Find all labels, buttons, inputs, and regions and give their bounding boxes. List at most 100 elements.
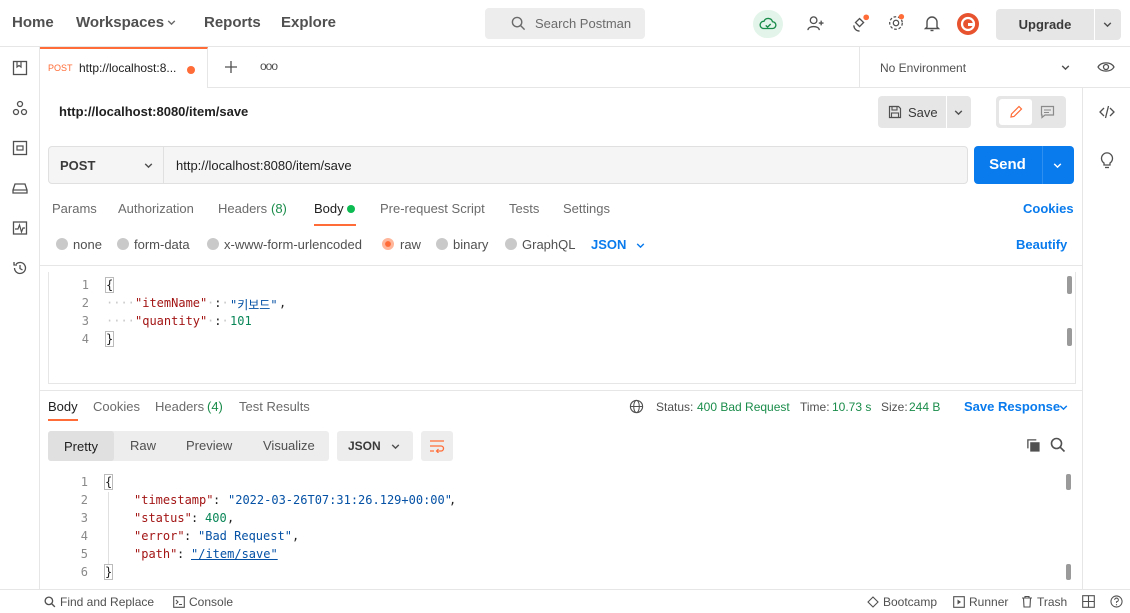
- indent-guide: [108, 492, 109, 564]
- radio-form-data[interactable]: [117, 238, 129, 250]
- code-value: "2022-03-26T07:31:26.129+00:00": [228, 493, 452, 507]
- bell-icon[interactable]: [923, 14, 941, 32]
- upgrade-button[interactable]: Upgrade: [996, 9, 1121, 40]
- tab-request[interactable]: POST http://localhost:8...: [40, 47, 208, 88]
- chevron-down-icon[interactable]: [635, 240, 646, 251]
- satellite-icon[interactable]: [851, 14, 870, 33]
- code-brace: }: [104, 331, 115, 347]
- chevron-down-icon[interactable]: [953, 107, 964, 118]
- edit-button[interactable]: [999, 99, 1032, 125]
- two-pane-icon[interactable]: [1082, 595, 1095, 608]
- chevron-down-icon[interactable]: [1058, 402, 1069, 413]
- lightbulb-icon[interactable]: [1099, 151, 1115, 169]
- chevron-down-icon[interactable]: [1102, 19, 1113, 30]
- radio-raw[interactable]: [382, 238, 394, 250]
- url-bar: POST http://localhost:8080/item/save: [48, 146, 968, 184]
- scrollbar-thumb[interactable]: [1066, 474, 1071, 490]
- cloud-sync-icon[interactable]: [753, 10, 783, 38]
- body-format-select[interactable]: JSON: [591, 237, 626, 252]
- response-format-select[interactable]: JSON: [337, 431, 413, 461]
- response-tab-tests[interactable]: Test Results: [239, 399, 310, 414]
- globe-icon[interactable]: [629, 399, 644, 414]
- nav-explore[interactable]: Explore: [281, 14, 336, 31]
- code-colon: ·:·: [207, 314, 229, 328]
- console-icon: [173, 596, 185, 608]
- bootcamp-button[interactable]: Bootcamp: [883, 595, 937, 609]
- unsaved-dot-icon[interactable]: [187, 66, 195, 74]
- tab-headers[interactable]: Headers: [218, 201, 267, 216]
- url-input[interactable]: http://localhost:8080/item/save: [176, 158, 352, 173]
- scrollbar-thumb[interactable]: [1066, 564, 1071, 580]
- tab-params[interactable]: Params: [52, 201, 97, 216]
- beautify-link[interactable]: Beautify: [1016, 237, 1067, 252]
- send-button[interactable]: Send: [974, 146, 1074, 184]
- code-icon[interactable]: [1099, 105, 1115, 119]
- size-value[interactable]: 244 B: [909, 400, 940, 414]
- collections-icon[interactable]: [12, 60, 28, 76]
- search-input[interactable]: Search Postman: [485, 8, 645, 39]
- status-value[interactable]: 400 Bad Request: [697, 400, 790, 414]
- runner-button[interactable]: Runner: [969, 595, 1008, 609]
- cookies-link[interactable]: Cookies: [1023, 201, 1074, 216]
- top-bar: Home Workspaces Reports Explore Search P…: [0, 0, 1130, 47]
- response-tab-headers[interactable]: Headers: [155, 399, 204, 414]
- save-response-button[interactable]: Save Response: [964, 399, 1060, 414]
- request-name[interactable]: http://localhost:8080/item/save: [59, 104, 248, 119]
- gear-icon[interactable]: [887, 14, 905, 32]
- tab-body[interactable]: Body: [314, 201, 344, 216]
- console-button[interactable]: Console: [189, 595, 233, 609]
- comment-icon[interactable]: [1040, 105, 1055, 119]
- time-value[interactable]: 10.73 s: [832, 400, 871, 414]
- nav-reports[interactable]: Reports: [204, 14, 261, 31]
- tab-authorization[interactable]: Authorization: [118, 201, 194, 216]
- response-tab-cookies[interactable]: Cookies: [93, 399, 140, 414]
- indent-dots: ····: [106, 314, 135, 328]
- trash-button[interactable]: Trash: [1037, 595, 1067, 609]
- tab-tests[interactable]: Tests: [509, 201, 539, 216]
- code-value-link[interactable]: "/item/save": [191, 547, 278, 561]
- search-icon[interactable]: [1050, 437, 1066, 453]
- history-icon[interactable]: [12, 260, 28, 276]
- radio-binary[interactable]: [436, 238, 448, 250]
- nav-workspaces[interactable]: Workspaces: [76, 14, 164, 31]
- plus-icon[interactable]: [224, 60, 238, 74]
- code-colon: :: [184, 529, 199, 543]
- view-pretty-button[interactable]: Pretty: [48, 431, 114, 461]
- environments-icon[interactable]: [12, 140, 28, 156]
- view-preview-button[interactable]: Preview: [186, 438, 232, 453]
- monitors-icon[interactable]: [12, 220, 28, 236]
- radio-urlencoded[interactable]: [207, 238, 219, 250]
- radio-none[interactable]: [56, 238, 68, 250]
- response-tab-body[interactable]: Body: [48, 399, 78, 414]
- apis-icon[interactable]: [12, 100, 28, 116]
- invite-user-icon[interactable]: [807, 15, 824, 32]
- nav-home[interactable]: Home: [12, 14, 54, 31]
- wrap-lines-button[interactable]: [421, 431, 453, 461]
- scrollbar-thumb[interactable]: [1067, 328, 1072, 346]
- view-raw-button[interactable]: Raw: [130, 438, 156, 453]
- divider: [946, 96, 947, 128]
- avatar[interactable]: [956, 12, 980, 36]
- tab-prerequest[interactable]: Pre-request Script: [380, 201, 485, 216]
- copy-icon[interactable]: [1026, 438, 1041, 453]
- label-none: none: [73, 237, 102, 252]
- scrollbar-thumb[interactable]: [1067, 276, 1072, 294]
- chevron-down-icon[interactable]: [166, 17, 177, 28]
- save-button[interactable]: Save: [878, 96, 971, 128]
- more-tabs-icon[interactable]: ooo: [260, 59, 278, 73]
- mock-servers-icon[interactable]: [11, 181, 29, 195]
- view-visualize-button[interactable]: Visualize: [263, 438, 315, 453]
- chevron-down-icon[interactable]: [1052, 160, 1063, 171]
- find-replace-button[interactable]: Find and Replace: [60, 595, 154, 609]
- method-select[interactable]: POST: [49, 147, 164, 183]
- radio-graphql[interactable]: [505, 238, 517, 250]
- request-body-editor[interactable]: 1 2 3 4 { ···· "itemName" ·:· "키보드" , ··…: [48, 272, 1076, 384]
- eye-icon[interactable]: [1097, 60, 1115, 74]
- code-colon: :: [177, 547, 192, 561]
- tab-settings[interactable]: Settings: [563, 201, 610, 216]
- code-brace: {: [103, 474, 114, 490]
- response-body-viewer[interactable]: 1 2 3 4 5 6 { "timestamp" : "2022-03-26T…: [48, 470, 1076, 588]
- method-value: POST: [60, 158, 96, 173]
- environment-selector[interactable]: No Environment: [859, 47, 1082, 88]
- help-icon[interactable]: [1110, 595, 1123, 608]
